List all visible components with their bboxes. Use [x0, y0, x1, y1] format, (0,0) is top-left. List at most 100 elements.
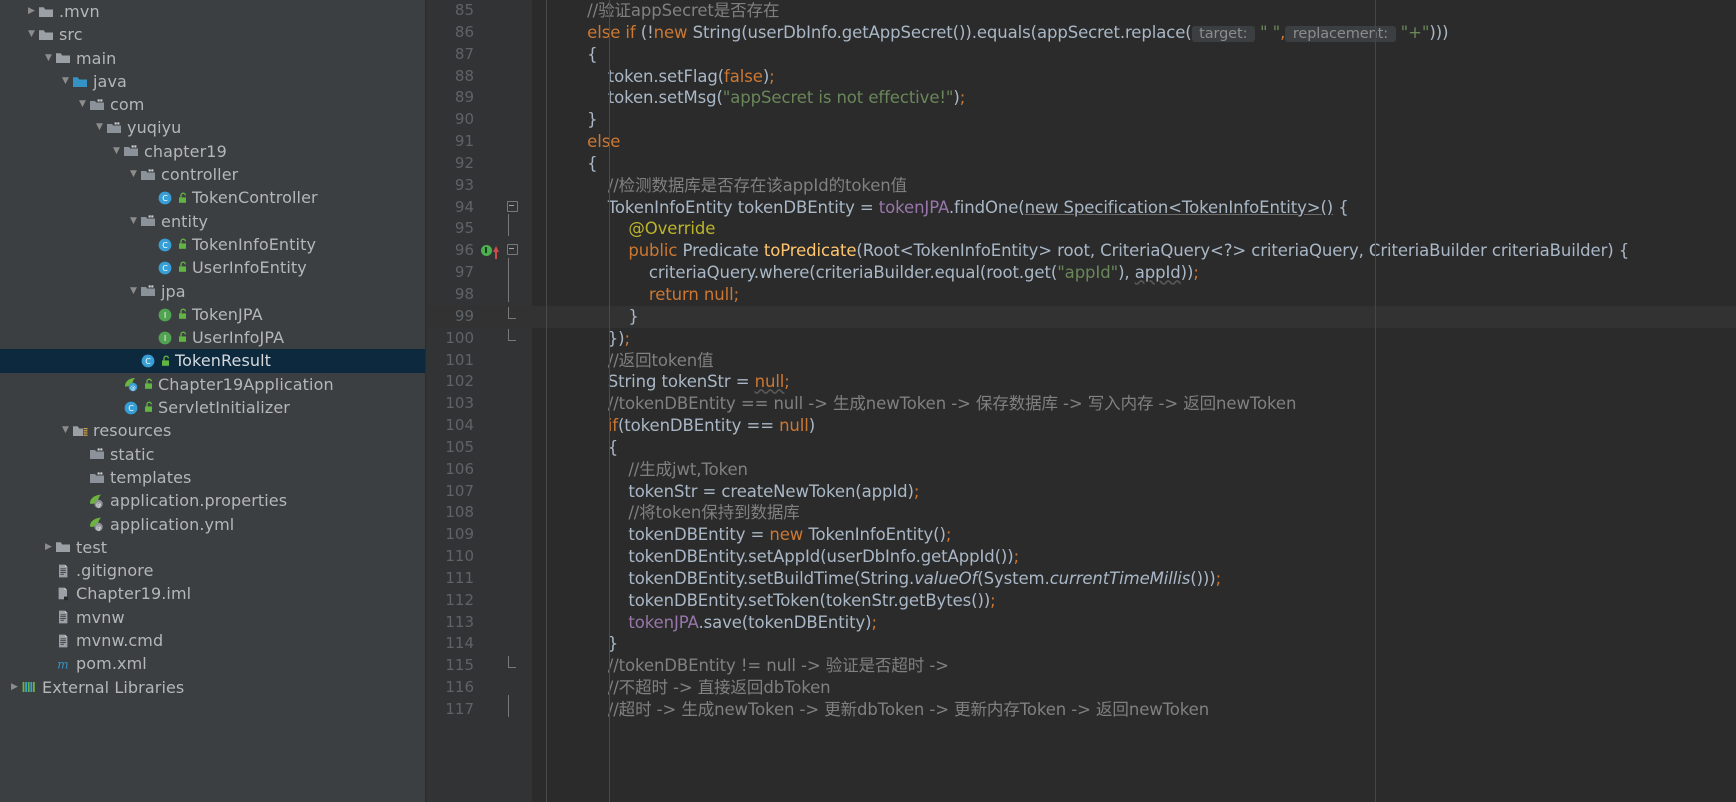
- code-line[interactable]: tokenJPA.save(tokenDBEntity);: [532, 612, 1736, 634]
- gutter-line[interactable]: 107: [426, 481, 532, 503]
- gutter-line[interactable]: 88: [426, 66, 532, 88]
- gutter-line[interactable]: 98: [426, 279, 532, 306]
- code-line[interactable]: //检测数据库是否存在该appId的token值: [532, 175, 1736, 197]
- gutter-line[interactable]: 100: [426, 328, 532, 350]
- tree-item-servletinitializer[interactable]: C ServletInitializer: [0, 396, 425, 419]
- chevron-down-icon[interactable]: ▼: [59, 70, 72, 93]
- gutter-line[interactable]: 90: [426, 109, 532, 131]
- tree-item-controller[interactable]: ▼ controller: [0, 163, 425, 186]
- code-line[interactable]: criteriaQuery.where(criteriaBuilder.equa…: [532, 262, 1736, 284]
- gutter-line[interactable]: 105: [426, 437, 532, 459]
- chevron-down-icon[interactable]: ▼: [110, 140, 123, 163]
- chevron-right-icon[interactable]: ▶: [8, 676, 21, 699]
- tree-item-chapter19[interactable]: ▼ chapter19: [0, 140, 425, 163]
- tree-item-templates[interactable]: templates: [0, 466, 425, 489]
- project-tool-window[interactable]: ▶ .mvn ▼ src ▼ main ▼ java ▼ com ▼ yuqiyu ▼ chapter19…: [0, 0, 426, 802]
- code-folding-toggle[interactable]: [500, 306, 524, 328]
- code-line[interactable]: }: [532, 633, 1736, 655]
- gutter-line[interactable]: 104: [426, 415, 532, 437]
- code-line[interactable]: tokenDBEntity = new TokenInfoEntity();: [532, 524, 1736, 546]
- tree-item-tokencontroller[interactable]: C TokenController: [0, 186, 425, 209]
- tree-item-userinfoentity[interactable]: C UserInfoEntity: [0, 256, 425, 279]
- gutter-line[interactable]: 93: [426, 175, 532, 197]
- code-line[interactable]: tokenDBEntity.setToken(tokenStr.getBytes…: [532, 590, 1736, 612]
- code-folding-toggle[interactable]: [500, 695, 524, 725]
- gutter-line[interactable]: 99: [426, 305, 532, 328]
- tree-item-java[interactable]: ▼ java: [0, 70, 425, 93]
- tree-item-entity[interactable]: ▼ entity: [0, 210, 425, 233]
- code-folding-toggle[interactable]: [500, 328, 524, 350]
- tree-item-yuqiyu[interactable]: ▼ yuqiyu: [0, 116, 425, 139]
- chevron-down-icon[interactable]: ▼: [127, 210, 140, 233]
- code-line[interactable]: tokenDBEntity.setBuildTime(String.valueO…: [532, 568, 1736, 590]
- tree-item-mvn[interactable]: ▶ .mvn: [0, 0, 425, 23]
- chevron-down-icon[interactable]: ▼: [76, 93, 89, 116]
- code-line[interactable]: //tokenDBEntity != null -> 验证是否超时 ->: [532, 655, 1736, 677]
- tree-item-tokenresult[interactable]: C TokenResult: [0, 349, 425, 373]
- code-line[interactable]: //不超时 -> 直接返回dbToken: [532, 677, 1736, 699]
- gutter-line[interactable]: 109: [426, 524, 532, 546]
- code-line[interactable]: token.setMsg("appSecret is not effective…: [532, 87, 1736, 109]
- tree-item-resources[interactable]: ▼ resources: [0, 419, 425, 442]
- gutter-line[interactable]: 112: [426, 590, 532, 612]
- gutter-line[interactable]: 117: [426, 695, 532, 721]
- chevron-down-icon[interactable]: ▼: [42, 47, 55, 70]
- gutter-line[interactable]: 114: [426, 633, 532, 655]
- gutter-line[interactable]: 115: [426, 655, 532, 677]
- code-lines[interactable]: //验证appSecret是否存在 else if (!new String(u…: [532, 0, 1736, 721]
- code-editor[interactable]: 85 86 87 88 89 90 91 92 93 94 95 96 97 98 99 100 101 102 1…: [426, 0, 1736, 802]
- code-line[interactable]: tokenStr = createNewToken(appId);: [532, 481, 1736, 503]
- code-line[interactable]: else: [532, 131, 1736, 153]
- tree-item-com[interactable]: ▼ com: [0, 93, 425, 116]
- chevron-down-icon[interactable]: ▼: [93, 116, 106, 139]
- gutter-line[interactable]: 85: [426, 0, 532, 22]
- gutter-line[interactable]: 108: [426, 502, 532, 524]
- code-line[interactable]: //tokenDBEntity == null -> 生成newToken ->…: [532, 393, 1736, 415]
- tree-item-jpa[interactable]: ▼ jpa: [0, 280, 425, 303]
- gutter-line[interactable]: 103: [426, 393, 532, 415]
- gutter-line[interactable]: 106: [426, 459, 532, 481]
- tree-item-application-properties[interactable]: @ application.properties: [0, 489, 425, 512]
- code-line[interactable]: @Override: [532, 218, 1736, 240]
- gutter-line[interactable]: 111: [426, 568, 532, 590]
- gutter-line[interactable]: 95: [426, 214, 532, 240]
- code-line[interactable]: //生成jwt,Token: [532, 459, 1736, 481]
- gutter-line[interactable]: 110: [426, 546, 532, 568]
- tree-item-src[interactable]: ▼ src: [0, 23, 425, 46]
- tree-item-mvnw-cmd[interactable]: mvnw.cmd: [0, 629, 425, 652]
- tree-item-static[interactable]: static: [0, 443, 425, 466]
- code-line[interactable]: //返回token值: [532, 350, 1736, 372]
- gutter-line[interactable]: 89: [426, 87, 532, 109]
- tree-item-userinfojpa[interactable]: I UserInfoJPA: [0, 326, 425, 349]
- tree-item-mvnw[interactable]: mvnw: [0, 606, 425, 629]
- tree-item-external-libraries[interactable]: ▶ External Libraries: [0, 676, 425, 699]
- code-folding-toggle[interactable]: [500, 655, 524, 677]
- chevron-right-icon[interactable]: ▶: [25, 0, 38, 23]
- intention-bulb-icon[interactable]: [478, 240, 500, 262]
- code-line[interactable]: {: [532, 437, 1736, 459]
- chevron-down-icon[interactable]: ▼: [127, 280, 140, 303]
- code-line[interactable]: });: [532, 328, 1736, 350]
- code-line[interactable]: {: [532, 44, 1736, 66]
- code-line[interactable]: public Predicate toPredicate(Root<TokenI…: [532, 240, 1736, 262]
- gutter-line[interactable]: 87: [426, 44, 532, 66]
- gutter-line[interactable]: 86: [426, 22, 532, 44]
- code-line[interactable]: else if (!new String(userDbInfo.getAppSe…: [532, 22, 1736, 44]
- gutter-line[interactable]: 101: [426, 350, 532, 372]
- code-line[interactable]: TokenInfoEntity tokenDBEntity = tokenJPA…: [532, 197, 1736, 219]
- project-tree[interactable]: ▶ .mvn ▼ src ▼ main ▼ java ▼ com ▼ yuqiyu ▼ chapter19…: [0, 0, 425, 699]
- code-line[interactable]: }: [532, 305, 1736, 328]
- gutter-line[interactable]: 113: [426, 612, 532, 634]
- editor-gutter[interactable]: 85 86 87 88 89 90 91 92 93 94 95 96 97 98 99 100 101 102 1…: [426, 0, 532, 802]
- chevron-down-icon[interactable]: ▼: [59, 419, 72, 442]
- gutter-line[interactable]: 91: [426, 131, 532, 153]
- gutter-line[interactable]: 102: [426, 371, 532, 393]
- code-line[interactable]: if(tokenDBEntity == null): [532, 415, 1736, 437]
- code-line[interactable]: tokenDBEntity.setAppId(userDbInfo.getApp…: [532, 546, 1736, 568]
- tree-item-chapter19-iml[interactable]: Chapter19.iml: [0, 582, 425, 605]
- tree-item-test[interactable]: ▶ test: [0, 536, 425, 559]
- tree-item-application-yml[interactable]: @ application.yml: [0, 513, 425, 536]
- code-text-area[interactable]: //验证appSecret是否存在 else if (!new String(u…: [532, 0, 1736, 802]
- code-line[interactable]: //验证appSecret是否存在: [532, 0, 1736, 22]
- code-line[interactable]: String tokenStr = null;: [532, 371, 1736, 393]
